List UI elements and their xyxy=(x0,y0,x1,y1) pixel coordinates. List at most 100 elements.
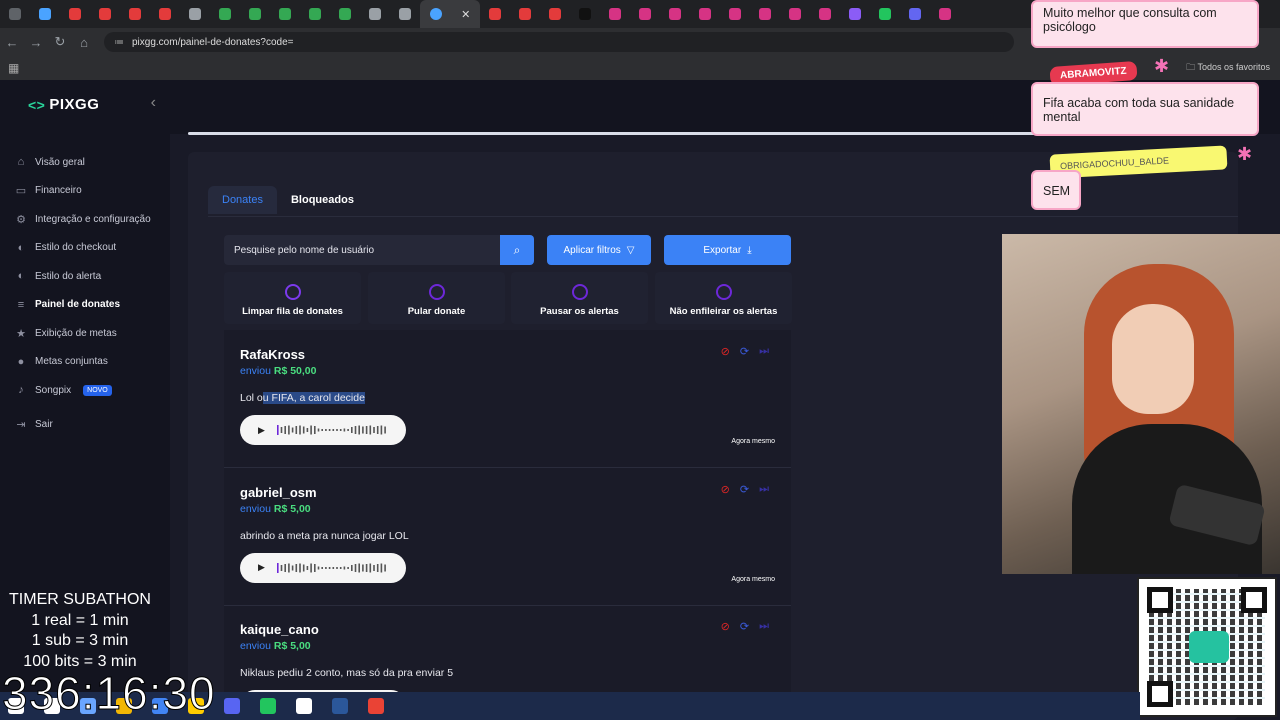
url-field[interactable]: ≔ pixgg.com/painel-de-donates?code= xyxy=(104,32,1014,52)
logo-icon: <> xyxy=(28,96,46,113)
audio-player[interactable]: ▶ xyxy=(240,415,406,445)
browser-tab[interactable] xyxy=(840,0,870,28)
browser-tab[interactable] xyxy=(810,0,840,28)
browser-tab[interactable] xyxy=(330,0,360,28)
sidebar-item-sair[interactable]: ⇥ Sair xyxy=(0,411,170,440)
sidebar-item-songpix[interactable]: ♪ Songpix NOVO xyxy=(0,376,170,405)
taskbar-app-icon[interactable] xyxy=(296,698,312,714)
sidebar-item-financeiro[interactable]: ▭ Financeiro xyxy=(0,177,170,206)
sidebar-item-estilo-do-alerta[interactable]: ◐ Estilo do alerta xyxy=(0,262,170,291)
browser-tab[interactable] xyxy=(480,0,510,28)
browser-tab[interactable] xyxy=(600,0,630,28)
waveform-bar xyxy=(380,425,383,435)
tab-favicon-icon xyxy=(159,8,171,20)
browser-tab[interactable] xyxy=(120,0,150,28)
browser-tab[interactable] xyxy=(510,0,540,28)
block-icon[interactable]: ⊘ xyxy=(721,345,730,358)
browser-tab[interactable] xyxy=(30,0,60,28)
link-icon: ⚙ xyxy=(16,213,26,226)
play-icon[interactable]: ▶ xyxy=(258,425,265,436)
donate-message: abrindo a meta pra nunca jogar LOL xyxy=(240,529,409,542)
block-icon[interactable]: ⊘ xyxy=(721,620,730,633)
browser-tab[interactable] xyxy=(900,0,930,28)
sidebar-item-painel-de-donates[interactable]: ≡ Painel de donates xyxy=(0,291,170,320)
audio-player[interactable]: ▶ xyxy=(240,552,406,583)
waveform-bar xyxy=(358,425,360,435)
browser-tab[interactable] xyxy=(570,0,600,28)
replay-icon[interactable]: ⟳ xyxy=(740,483,749,496)
taskbar-app-icon[interactable] xyxy=(332,698,348,714)
waveform-bar xyxy=(354,563,357,572)
browser-tab[interactable] xyxy=(930,0,960,28)
waveform-bar xyxy=(321,566,323,569)
close-tab-icon[interactable]: ✕ xyxy=(461,8,470,21)
browser-tab[interactable] xyxy=(60,0,90,28)
search-button[interactable]: ⌕ xyxy=(500,235,534,265)
forward-icon[interactable]: → xyxy=(24,35,48,50)
action-bell-off-button[interactable]: Não enfileirar os alertas xyxy=(655,272,792,324)
taskbar-app-icon[interactable] xyxy=(368,698,384,714)
skip-icon[interactable]: ⏭ xyxy=(759,483,769,496)
apply-filters-button[interactable]: Aplicar filtros ▽ xyxy=(547,235,651,265)
browser-tab[interactable] xyxy=(690,0,720,28)
waveform-bar xyxy=(321,429,323,431)
browser-tab[interactable] xyxy=(540,0,570,28)
tab-donates[interactable]: Donates xyxy=(208,186,277,214)
replay-icon[interactable]: ⟳ xyxy=(740,345,749,358)
eraser-icon xyxy=(284,284,301,300)
palette-icon: ◐ xyxy=(17,241,25,254)
home-icon[interactable]: ⌂ xyxy=(72,35,96,50)
sidebar-item-metas-conjuntas[interactable]: ● Metas conjuntas xyxy=(0,348,170,377)
browser-tab[interactable] xyxy=(180,0,210,28)
sidebar-item-integra-o-e-configura-o[interactable]: ⚙ Integração e configuração xyxy=(0,205,170,234)
search-input[interactable] xyxy=(224,235,500,265)
new-badge: NOVO xyxy=(83,384,112,396)
browser-tab[interactable] xyxy=(720,0,750,28)
apps-grid-icon[interactable]: ▦ xyxy=(8,61,19,75)
sidebar-item-exibi-o-de-metas[interactable]: ★ Exibição de metas xyxy=(0,319,170,348)
donate-actions: ⊘ ⟳ ⏭ xyxy=(721,620,769,633)
site-info-icon[interactable]: ≔ xyxy=(114,37,124,48)
waveform-bar xyxy=(299,425,301,435)
replay-icon[interactable]: ⟳ xyxy=(740,620,749,633)
action-eraser-button[interactable]: Limpar fila de donates xyxy=(224,272,361,324)
export-button[interactable]: Exportar ⤓ xyxy=(664,235,791,265)
skip-icon[interactable]: ⏭ xyxy=(759,345,769,358)
browser-tab[interactable] xyxy=(150,0,180,28)
browser-tab[interactable] xyxy=(360,0,390,28)
play-icon[interactable]: ▶ xyxy=(258,562,265,573)
tab-favicon-icon xyxy=(579,8,591,20)
action-pause-button[interactable]: Pausar os alertas xyxy=(511,272,648,324)
browser-tab[interactable] xyxy=(270,0,300,28)
active-browser-tab[interactable]: ✕ xyxy=(420,0,480,28)
all-bookmarks-link[interactable]: 🗀 Todos os favoritos xyxy=(1186,60,1270,76)
browser-tab[interactable] xyxy=(390,0,420,28)
tab-favicon-icon xyxy=(279,8,291,20)
back-icon[interactable]: ← xyxy=(0,35,24,50)
waveform-bar xyxy=(328,566,331,569)
waveform-bar xyxy=(373,427,375,433)
browser-tab[interactable] xyxy=(300,0,330,28)
taskbar-app-icon[interactable] xyxy=(224,698,240,714)
browser-tab[interactable] xyxy=(240,0,270,28)
browser-tab[interactable] xyxy=(780,0,810,28)
browser-tab[interactable] xyxy=(750,0,780,28)
skip-icon[interactable]: ⏭ xyxy=(759,620,769,633)
collapse-sidebar-icon[interactable]: ‹ xyxy=(151,94,156,112)
sparkle-icon: ✱ xyxy=(1237,144,1253,164)
sidebar-item-vis-o-geral[interactable]: ⌂ Visão geral xyxy=(0,148,170,177)
taskbar-app-icon[interactable] xyxy=(260,698,276,714)
browser-tab[interactable] xyxy=(90,0,120,28)
browser-tab[interactable] xyxy=(0,0,30,28)
reload-icon[interactable]: ↻ xyxy=(48,34,72,50)
action-skip-button[interactable]: Pular donate xyxy=(368,272,505,324)
browser-tab[interactable] xyxy=(660,0,690,28)
tab-favicon-icon xyxy=(9,8,21,20)
block-icon[interactable]: ⊘ xyxy=(721,483,730,496)
browser-tab[interactable] xyxy=(210,0,240,28)
tab-bloqueados[interactable]: Bloqueados xyxy=(277,186,368,214)
browser-tab[interactable] xyxy=(630,0,660,28)
sidebar-item-estilo-do-checkout[interactable]: ◐ Estilo do checkout xyxy=(0,234,170,263)
browser-tab[interactable] xyxy=(870,0,900,28)
tab-favicon-icon xyxy=(879,8,891,20)
